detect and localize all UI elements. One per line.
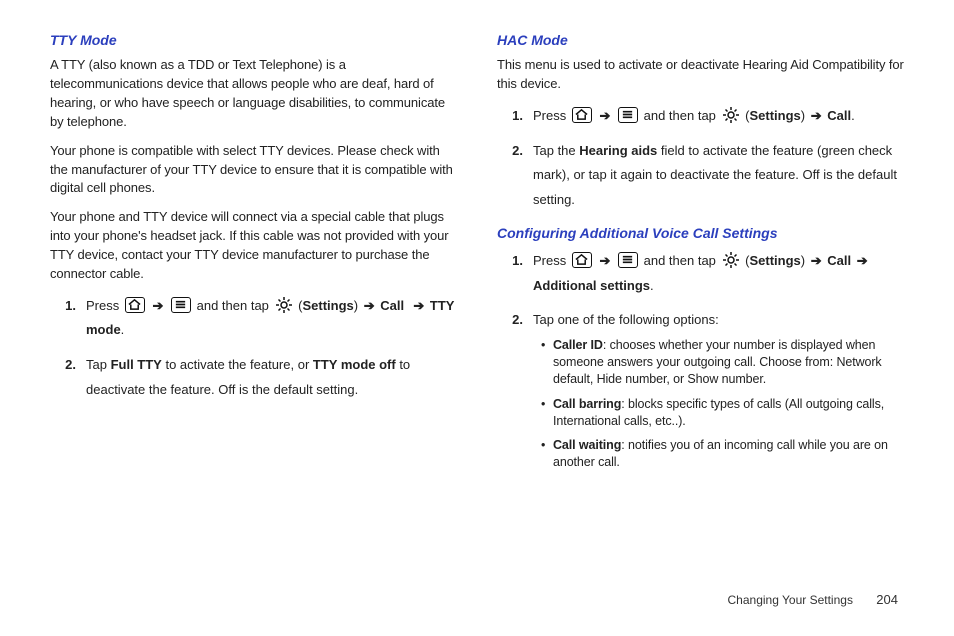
arrow-icon: ➔ bbox=[809, 108, 824, 123]
text: . bbox=[851, 108, 855, 123]
call-label: Call bbox=[827, 253, 851, 268]
settings-label: Settings bbox=[303, 298, 354, 313]
home-icon bbox=[125, 297, 145, 313]
arrow-icon: ➔ bbox=[597, 253, 612, 268]
footer-section: Changing Your Settings bbox=[728, 593, 853, 607]
page-footer: Changing Your Settings 204 bbox=[728, 591, 898, 610]
arrow-icon: ➔ bbox=[362, 298, 377, 313]
option-caller-id: • Caller ID: chooses whether your number… bbox=[541, 337, 904, 388]
arrow-icon: ➔ bbox=[150, 298, 165, 313]
step-number: 2. bbox=[497, 308, 533, 479]
hac-step-1: 1. Press ➔ and then tap (Settings) ➔ bbox=[497, 104, 904, 129]
home-icon bbox=[572, 107, 592, 123]
tty-paragraph-2: Your phone is compatible with select TTY… bbox=[50, 142, 457, 199]
tty-steps: 1. Press ➔ and then tap (Settings) ➔ bbox=[50, 294, 457, 403]
step-number: 1. bbox=[497, 249, 533, 298]
arrow-icon: ➔ bbox=[597, 108, 612, 123]
options-list: • Caller ID: chooses whether your number… bbox=[533, 337, 904, 471]
cfg-step-1: 1. Press ➔ and then tap (Settings) ➔ bbox=[497, 249, 904, 298]
option-call-waiting: • Call waiting: notifies you of an incom… bbox=[541, 437, 904, 471]
tty-step-1: 1. Press ➔ and then tap (Settings) ➔ bbox=[50, 294, 457, 343]
menu-icon bbox=[618, 252, 638, 268]
footer-page-number: 204 bbox=[856, 592, 898, 607]
option-rest: : chooses whether your number is display… bbox=[553, 338, 882, 386]
text: Tap one of the following options: bbox=[533, 312, 719, 327]
hac-steps: 1. Press ➔ and then tap (Settings) ➔ bbox=[497, 104, 904, 213]
arrow-icon: ➔ bbox=[411, 298, 426, 313]
step-number: 2. bbox=[50, 353, 86, 402]
heading-hac-mode: HAC Mode bbox=[497, 30, 904, 50]
text: ) bbox=[354, 298, 362, 313]
text: and then tap bbox=[644, 108, 720, 123]
tty-off-label: TTY mode off bbox=[313, 357, 396, 372]
text: . bbox=[650, 278, 654, 293]
menu-icon bbox=[618, 107, 638, 123]
bullet-icon: • bbox=[541, 337, 553, 388]
call-label: Call bbox=[827, 108, 851, 123]
hac-step-2: 2. Tap the Hearing aids field to activat… bbox=[497, 139, 904, 213]
home-icon bbox=[572, 252, 592, 268]
call-label: Call bbox=[380, 298, 404, 313]
cfg-step-2: 2. Tap one of the following options: • C… bbox=[497, 308, 904, 479]
arrow-icon: ➔ bbox=[809, 253, 824, 268]
text: Tap the bbox=[533, 143, 579, 158]
hearing-aids-label: Hearing aids bbox=[579, 143, 657, 158]
settings-label: Settings bbox=[750, 108, 801, 123]
option-term: Call waiting bbox=[553, 438, 621, 452]
text: and then tap bbox=[197, 298, 273, 313]
tty-paragraph-1: A TTY (also known as a TDD or Text Telep… bbox=[50, 56, 457, 131]
left-column: TTY Mode A TTY (also known as a TDD or T… bbox=[50, 30, 457, 636]
heading-tty-mode: TTY Mode bbox=[50, 30, 457, 50]
text: . bbox=[121, 322, 125, 337]
text: to activate the feature, or bbox=[162, 357, 313, 372]
full-tty-label: Full TTY bbox=[111, 357, 162, 372]
gear-icon bbox=[275, 296, 293, 314]
option-call-barring: • Call barring: blocks specific types of… bbox=[541, 396, 904, 430]
text: Press bbox=[533, 108, 570, 123]
step-number: 2. bbox=[497, 139, 533, 213]
gear-icon bbox=[722, 251, 740, 269]
text: Press bbox=[533, 253, 570, 268]
bullet-icon: • bbox=[541, 396, 553, 430]
text: and then tap bbox=[644, 253, 720, 268]
option-term: Call barring bbox=[553, 397, 621, 411]
text: ) bbox=[801, 108, 809, 123]
cfg-steps: 1. Press ➔ and then tap (Settings) ➔ bbox=[497, 249, 904, 479]
tty-paragraph-3: Your phone and TTY device will connect v… bbox=[50, 208, 457, 283]
option-term: Caller ID bbox=[553, 338, 603, 352]
text: Tap bbox=[86, 357, 111, 372]
text: Press bbox=[86, 298, 123, 313]
arrow-icon: ➔ bbox=[855, 253, 870, 268]
hac-paragraph: This menu is used to activate or deactiv… bbox=[497, 56, 904, 94]
additional-settings-label: Additional settings bbox=[533, 278, 650, 293]
bullet-icon: • bbox=[541, 437, 553, 471]
step-number: 1. bbox=[497, 104, 533, 129]
text: ) bbox=[801, 253, 809, 268]
right-column: HAC Mode This menu is used to activate o… bbox=[497, 30, 904, 636]
step-number: 1. bbox=[50, 294, 86, 343]
tty-step-2: 2. Tap Full TTY to activate the feature,… bbox=[50, 353, 457, 402]
menu-icon bbox=[171, 297, 191, 313]
settings-label: Settings bbox=[750, 253, 801, 268]
gear-icon bbox=[722, 106, 740, 124]
heading-configuring: Configuring Additional Voice Call Settin… bbox=[497, 223, 904, 243]
